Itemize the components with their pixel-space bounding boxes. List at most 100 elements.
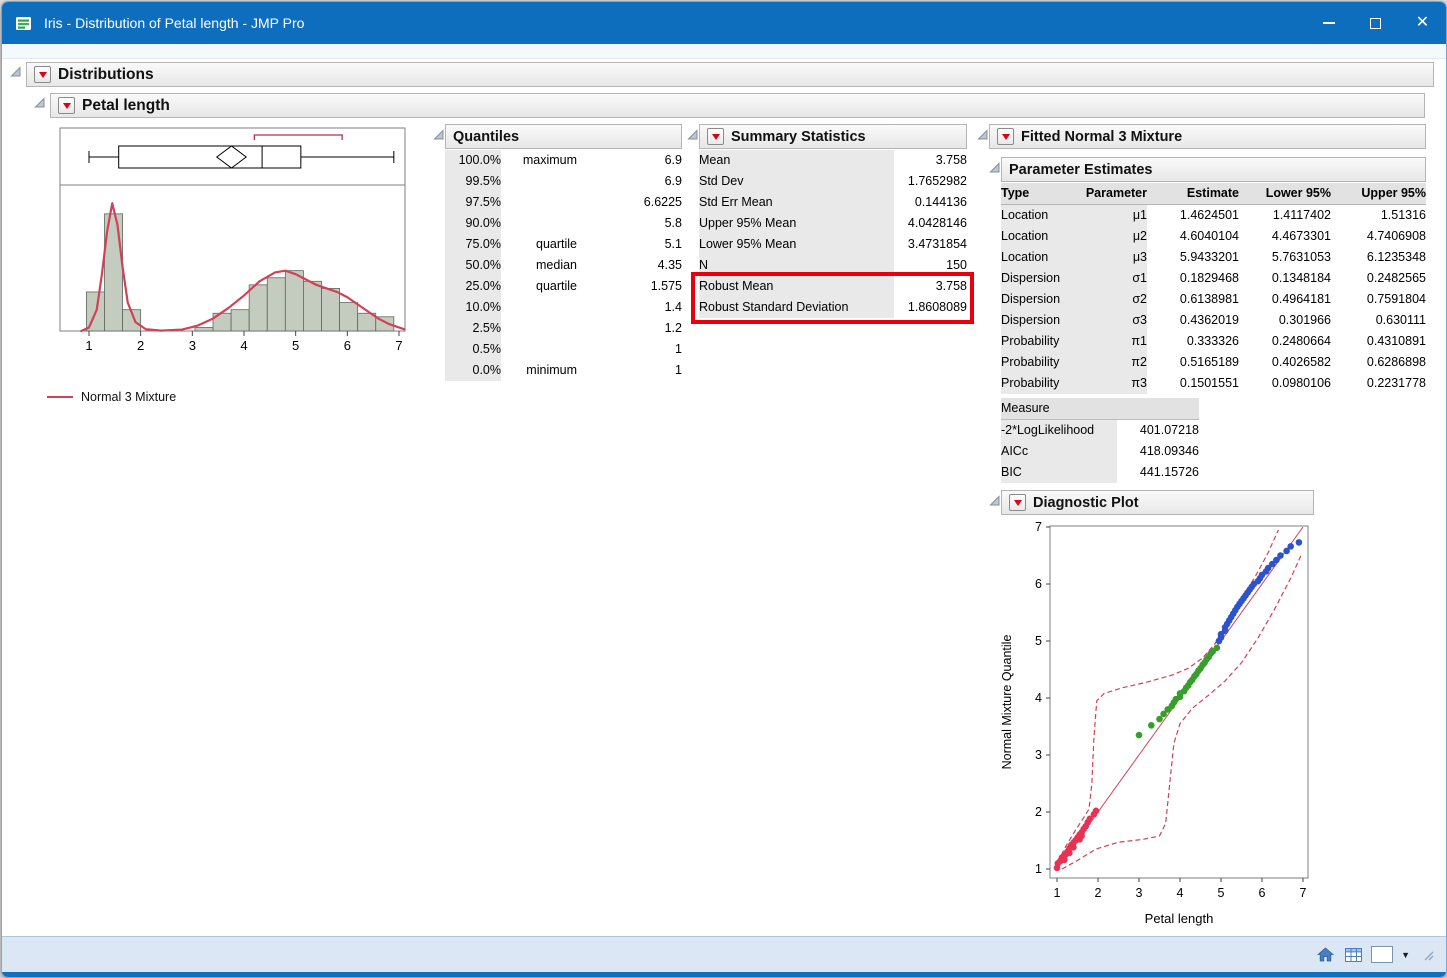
svg-text:7: 7 [395,338,402,353]
svg-text:Petal length: Petal length [1145,911,1214,926]
legend-line-swatch [47,396,73,398]
svg-text:2: 2 [137,338,144,353]
diagnostic-plot-red-triangle-menu[interactable] [1009,494,1026,511]
disclosure-summary-icon[interactable] [687,129,698,140]
quantiles-row: 75.0%quartile5.1 [445,234,682,255]
parameter-row: Locationμ24.60401044.46733014.7406908 [1001,226,1426,247]
svg-text:1: 1 [1054,886,1061,900]
quantiles-row: 90.0%5.8 [445,213,682,234]
parameter-row: Dispersionσ30.43620190.3019660.630111 [1001,310,1426,331]
quantiles-row: 0.0%minimum1 [445,360,682,381]
window-controls: ✕ [1305,2,1446,44]
diagnostic-plot[interactable]: 12345671234567Normal Mixture QuantilePet… [995,518,1330,938]
measure-row: BIC441.15726 [1001,462,1199,483]
measure-row: AICc418.09346 [1001,441,1199,462]
svg-text:7: 7 [1035,520,1042,534]
diagnostic-plot-title: Diagnostic Plot [1033,495,1139,511]
disclosure-parameter-estimates-icon[interactable] [989,162,1000,173]
disclosure-diagnostic-icon[interactable] [989,495,1000,506]
titlebar: Iris - Distribution of Petal length - JM… [2,2,1446,44]
petal-length-red-triangle-menu[interactable] [58,97,75,114]
parameter-estimates-title: Parameter Estimates [1009,162,1152,178]
svg-text:3: 3 [1136,886,1143,900]
parameter-estimates-table: TypeParameterEstimateLower 95%Upper 95% … [1001,183,1426,394]
svg-text:4: 4 [1035,691,1042,705]
petal-length-header: Petal length [50,93,1425,118]
quantiles-row: 50.0%median4.35 [445,255,682,276]
svg-text:2: 2 [1035,805,1042,819]
status-bar: ▼ [2,936,1446,972]
quantiles-row: 97.5%6.6225 [445,192,682,213]
measure-row: -2*LogLikelihood401.07218 [1001,420,1199,442]
diagnostic-plot-header: Diagnostic Plot [1001,490,1314,515]
disclosure-quantiles-icon[interactable] [433,129,444,140]
svg-text:1: 1 [85,338,92,353]
quantiles-table-body: 100.0%maximum6.999.5%6.997.5%6.622590.0%… [445,150,682,381]
menu-strip [2,44,1446,59]
parameter-estimates-header: Parameter Estimates [1001,157,1426,182]
measure-table-body: -2*LogLikelihood401.07218AICc418.09346BI… [1001,420,1199,484]
jmp-window: Iris - Distribution of Petal length - JM… [1,1,1447,978]
measure-header-blank [1117,398,1199,420]
measure-header: Measure [1001,398,1117,420]
maximize-button[interactable] [1352,2,1399,44]
parameter-row: Probabilityπ30.15015510.09801060.2231778 [1001,373,1426,394]
svg-text:1: 1 [1035,862,1042,876]
home-icon[interactable] [1315,946,1335,964]
summary-row: Std Dev1.7652982 [699,171,967,192]
distributions-title: Distributions [58,66,154,84]
petal-length-title: Petal length [82,97,170,115]
svg-text:4: 4 [240,338,247,353]
svg-text:5: 5 [1218,886,1225,900]
parameter-estimates-header-row: TypeParameterEstimateLower 95%Upper 95% [1001,183,1426,205]
histogram-plot[interactable]: 1 2 3 4 5 6 7 [52,126,412,366]
window-bottom-border [2,972,1446,978]
svg-text:6: 6 [1259,886,1266,900]
distributions-red-triangle-menu[interactable] [34,66,51,83]
quantiles-row: 2.5%1.2 [445,318,682,339]
status-dropdown-icon[interactable]: ▼ [1401,950,1410,960]
disclosure-distributions-icon[interactable] [10,66,21,77]
disclosure-fitted-icon[interactable] [977,129,988,140]
summary-row: Mean3.758 [699,150,967,171]
svg-text:7: 7 [1300,886,1307,900]
robust-stats-highlight-annotation [691,272,974,324]
legend-label: Normal 3 Mixture [81,390,176,404]
summary-row: Lower 95% Mean3.4731854 [699,234,967,255]
quantiles-title: Quantiles [453,129,519,145]
summary-statistics-red-triangle-menu[interactable] [707,128,724,145]
fitted-mixture-red-triangle-menu[interactable] [997,128,1014,145]
summary-statistics-header: Summary Statistics [699,124,967,149]
parameter-row: Locationμ35.94332015.76310536.1235348 [1001,247,1426,268]
quantiles-row: 99.5%6.9 [445,171,682,192]
disclosure-petal-length-icon[interactable] [34,97,45,108]
svg-text:5: 5 [292,338,299,353]
svg-text:3: 3 [1035,748,1042,762]
svg-text:2: 2 [1095,886,1102,900]
quantiles-row: 10.0%1.4 [445,297,682,318]
svg-text:6: 6 [1035,577,1042,591]
window-title: Iris - Distribution of Petal length - JM… [44,15,304,31]
svg-text:6: 6 [344,338,351,353]
summary-row: Upper 95% Mean4.0428146 [699,213,967,234]
distributions-header: Distributions [26,62,1434,87]
fitted-mixture-title: Fitted Normal 3 Mixture [1021,129,1182,145]
svg-text:3: 3 [189,338,196,353]
summary-statistics-title: Summary Statistics [731,129,866,145]
quantiles-row: 0.5%1 [445,339,682,360]
parameter-row: Probabilityπ10.3333260.24806640.4310891 [1001,331,1426,352]
parameter-row: Locationμ11.46245011.41174021.51316 [1001,205,1426,227]
parameter-row: Dispersionσ10.18294680.13481840.2482565 [1001,268,1426,289]
svg-text:5: 5 [1035,634,1042,648]
window-mode-button[interactable] [1371,946,1393,963]
minimize-button[interactable] [1305,2,1352,44]
close-button[interactable]: ✕ [1399,2,1446,44]
svg-text:4: 4 [1177,886,1184,900]
parameter-estimates-body: Locationμ11.46245011.41174021.51316Locat… [1001,205,1426,395]
data-table-icon[interactable] [1343,946,1363,964]
parameter-row: Probabilityπ20.51651890.40265820.6286898 [1001,352,1426,373]
summary-row: Std Err Mean0.144136 [699,192,967,213]
quantiles-row: 100.0%maximum6.9 [445,150,682,171]
resize-grip[interactable] [1422,949,1434,961]
quantiles-row: 25.0%quartile1.575 [445,276,682,297]
